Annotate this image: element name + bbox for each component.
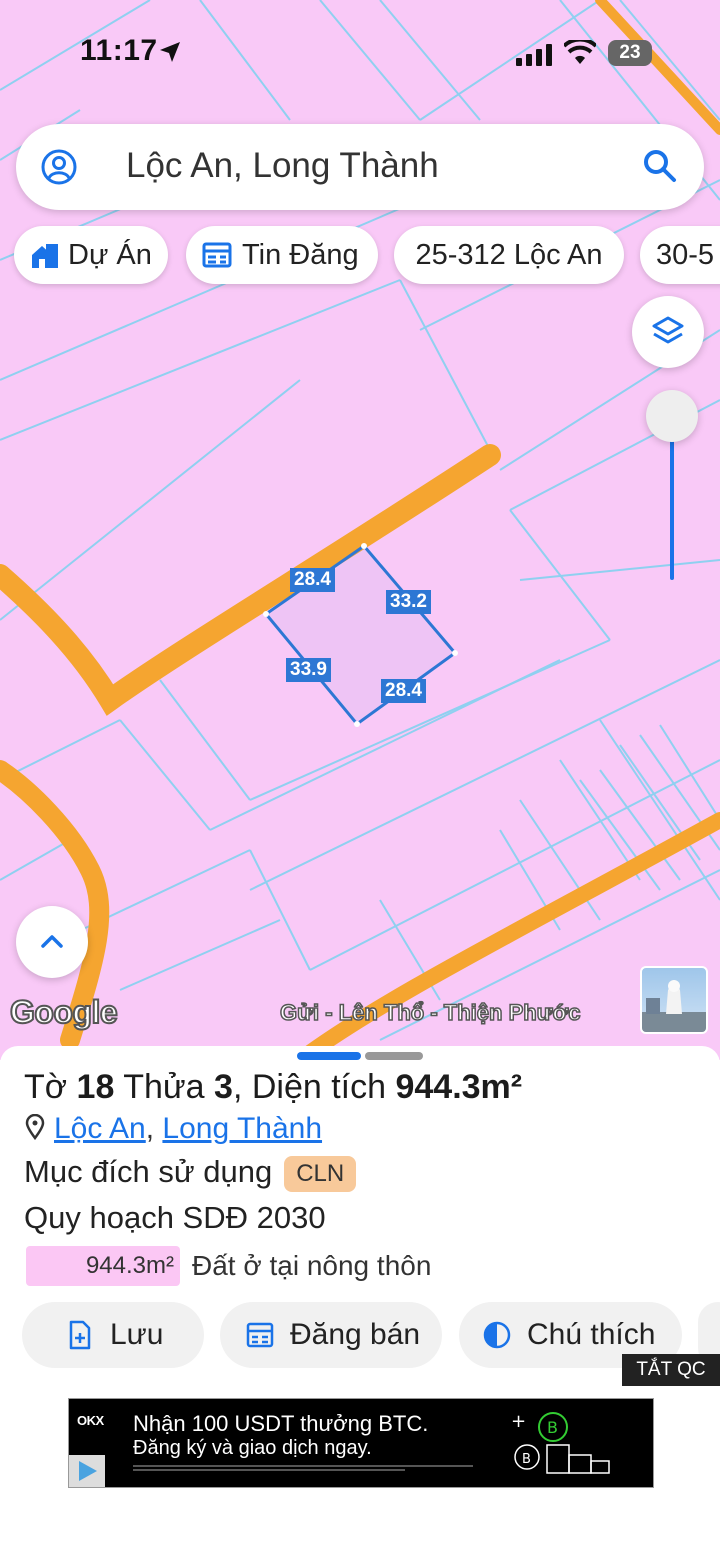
hide-ads-button[interactable]: TẮT QC xyxy=(622,1354,720,1386)
listing-icon xyxy=(246,1322,274,1348)
thua-label: Thửa xyxy=(123,1068,205,1106)
svg-text:+: + xyxy=(511,1411,526,1432)
chip-du-an[interactable]: Dự Án xyxy=(14,226,168,284)
opacity-slider-handle[interactable] xyxy=(646,390,698,442)
area-value: 944.3m² xyxy=(395,1068,523,1106)
svg-text:B: B xyxy=(547,1418,558,1437)
legend-text: Đất ở tại nông thôn xyxy=(192,1250,432,1281)
edge-label-bottom: 28.4 xyxy=(381,679,426,703)
sheet-handle-inactive[interactable] xyxy=(365,1052,423,1060)
user-account-icon[interactable] xyxy=(40,148,78,186)
post-sale-label: Đăng bán xyxy=(290,1318,421,1351)
listing-icon xyxy=(202,242,232,268)
title-prefix: Tờ xyxy=(24,1068,68,1106)
layers-icon xyxy=(652,316,684,344)
location-line: Lộc An, Long Thành xyxy=(24,1112,322,1146)
map-attribution-text: Gửi - Lên Thổ - Thiện Phước xyxy=(279,999,581,1026)
location-arrow-icon xyxy=(160,42,180,62)
planning-row: Quy hoạch SDĐ 2030 xyxy=(24,1200,326,1235)
ad-fine-print xyxy=(133,1465,473,1473)
add-document-icon xyxy=(69,1320,91,1350)
legend-label: Chú thích xyxy=(527,1318,656,1351)
clock: 11:17 xyxy=(80,34,158,67)
land-purpose-row: Mục đích sử dụng CLN xyxy=(24,1154,357,1192)
search-bar[interactable]: Lộc An, Long Thành xyxy=(16,124,704,210)
chip-label: Dự Án xyxy=(68,238,152,271)
contrast-icon xyxy=(483,1321,511,1349)
wifi-icon xyxy=(564,40,596,64)
street-view-thumbnail[interactable] xyxy=(640,966,708,1034)
legend-swatch: 944.3m² xyxy=(26,1246,180,1286)
ad-line-1: Nhận 100 USDT thưởng BTC. xyxy=(133,1411,429,1436)
edge-label-left: 33.9 xyxy=(286,658,331,682)
signal-icon xyxy=(516,44,552,66)
district-link[interactable]: Long Thành xyxy=(162,1112,322,1145)
thua-number: 3 xyxy=(214,1068,233,1106)
chip-tin-dang[interactable]: Tin Đăng xyxy=(186,226,378,284)
sheet-number: 18 xyxy=(76,1068,115,1106)
save-label: Lưu xyxy=(110,1318,164,1351)
edge-label-right: 33.2 xyxy=(386,590,431,614)
edge-label-top: 28.4 xyxy=(290,568,335,592)
purpose-code-badge: CLN xyxy=(284,1155,357,1192)
ad-banner[interactable]: OKX Nhận 100 USDT thưởng BTC. Đăng ký và… xyxy=(68,1398,654,1488)
search-query[interactable]: Lộc An, Long Thành xyxy=(126,146,439,186)
location-pin-icon xyxy=(25,1113,45,1141)
play-icon[interactable] xyxy=(69,1455,105,1487)
chip-label: 30-5 xyxy=(656,238,715,271)
bitcoin-graphic-icon: + B B xyxy=(511,1411,610,1474)
chevron-up-icon xyxy=(41,935,63,948)
expand-up-button[interactable] xyxy=(16,906,88,978)
status-bar: 11:17 23 xyxy=(0,0,720,100)
commune-link[interactable]: Lộc An xyxy=(54,1112,146,1145)
chip-25-312[interactable]: 25-312 Lộc An xyxy=(394,226,624,284)
area-label: , Diện tích xyxy=(232,1068,387,1106)
chip-30-5[interactable]: 30-5 xyxy=(640,226,720,284)
parcel-title: Tờ 18 Thửa 3, Diện tích 944.3m² xyxy=(24,1068,522,1107)
post-sale-button[interactable]: Đăng bán xyxy=(220,1302,442,1368)
ad-line-2: Đăng ký và giao dịch ngay. xyxy=(133,1437,372,1459)
svg-text:B: B xyxy=(522,1452,531,1467)
google-logo: Google xyxy=(9,993,119,1031)
chip-label: 25-312 Lộc An xyxy=(415,238,603,271)
okx-logo: OKX xyxy=(77,1413,104,1428)
loc-separator: , xyxy=(145,1112,163,1145)
statue-photo-icon xyxy=(642,980,706,1032)
layers-button[interactable] xyxy=(632,296,704,368)
save-button[interactable]: Lưu xyxy=(22,1302,204,1368)
home-building-icon xyxy=(32,244,58,268)
search-icon[interactable] xyxy=(642,148,678,184)
map-view[interactable]: 28.4 33.2 33.9 28.4 11:17 23 Lộc An, Lon… xyxy=(0,0,720,1060)
purpose-label: Mục đích sử dụng xyxy=(24,1154,273,1189)
sheet-handle-active[interactable] xyxy=(297,1052,361,1060)
battery-icon: 23 xyxy=(608,40,652,66)
chip-label: Tin Đăng xyxy=(242,238,359,271)
